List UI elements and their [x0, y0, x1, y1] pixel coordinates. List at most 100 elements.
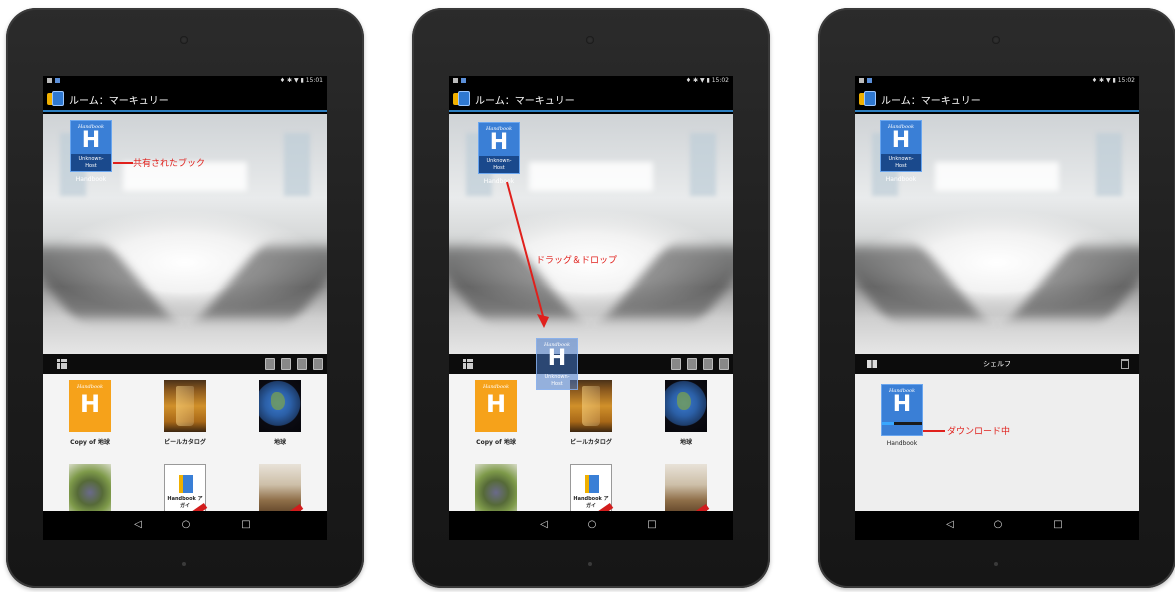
book-title: Copy of 地球	[70, 439, 110, 446]
back-icon[interactable]: ◁	[943, 519, 957, 531]
grid-view-icon[interactable]	[463, 359, 473, 369]
app-logo-icon[interactable]	[453, 91, 471, 107]
download-progress-bar	[882, 422, 922, 425]
export-icon[interactable]	[281, 358, 291, 370]
app-logo-icon[interactable]	[47, 91, 65, 107]
library-item[interactable]	[235, 464, 325, 511]
book-cover	[475, 464, 517, 511]
host-line-1: Unknown-	[888, 156, 914, 162]
cover-letter: H	[891, 128, 911, 153]
book-title: 地球	[273, 439, 286, 446]
trash-icon[interactable]	[1121, 359, 1129, 369]
virtual-room-view[interactable]: Handbook H Unknown- Host Handbook ドラッグ＆ドロ…	[449, 114, 733, 354]
shelf-header: シェルフ	[855, 354, 1139, 374]
tablet-frame-drag-drop: ♦ ✱ ▼ ▮ 15:02 ルーム：マーキュリー Handbook H Unkn…	[412, 8, 770, 588]
annotation-line	[923, 430, 945, 432]
drag-arrow	[506, 181, 549, 328]
book-title: ビールカタログ	[570, 439, 612, 446]
host-line-2: Host	[85, 163, 97, 169]
navigation-bar: ◁ ○ □	[43, 511, 327, 540]
book-cover	[665, 380, 707, 432]
clock: 15:02	[1117, 77, 1135, 84]
book-cover	[259, 380, 301, 432]
library-item[interactable]	[451, 464, 541, 511]
library-item[interactable]: Handbook H Copy of 地球	[45, 380, 135, 446]
virtual-room-view[interactable]: Handbook H Unknown- Host Handbook 共有されたブッ…	[43, 114, 327, 354]
back-icon[interactable]: ◁	[537, 519, 551, 531]
host-band: Unknown- Host	[537, 372, 577, 389]
shared-book-caption: Handbook	[885, 176, 917, 183]
clock: 15:02	[711, 77, 729, 84]
library-item[interactable]	[641, 464, 731, 511]
host-line-2: Host	[895, 163, 907, 169]
tablet-screen: ♦ ✱ ▼ ▮ 15:02 ルーム：マーキュリー Handbook H Unkn…	[855, 76, 1139, 540]
front-camera	[992, 36, 1000, 44]
dragged-book-ghost[interactable]: Handbook H Unknown- Host	[536, 338, 578, 390]
shelf-panel: シェルフ Handbook H Handbook ダウンロード中	[855, 354, 1139, 511]
settings-icon[interactable]	[313, 358, 323, 370]
back-icon[interactable]: ◁	[131, 519, 145, 531]
tablet-screen: ♦ ✱ ▼ ▮ 15:02 ルーム：マーキュリー Handbook H Unkn…	[449, 76, 733, 540]
front-sensor	[588, 562, 592, 566]
notification-icons	[859, 78, 872, 83]
library-item[interactable]: ビールカタログ	[140, 380, 230, 446]
recent-apps-icon[interactable]: □	[239, 519, 253, 531]
shared-book-cover[interactable]: Handbook H Unknown- Host	[880, 120, 922, 172]
export-icon[interactable]	[687, 358, 697, 370]
clock: 15:01	[305, 77, 323, 84]
book-cover	[259, 464, 304, 511]
grid-view-icon[interactable]	[57, 359, 67, 369]
navigation-bar: ◁ ○ □	[449, 511, 733, 540]
status-time: ♦ ✱ ▼ ▮ 15:02	[1092, 77, 1135, 84]
room-title: ルーム：マーキュリー	[69, 96, 169, 107]
annotation-drag-drop: ドラッグ＆ドロップ	[536, 256, 618, 266]
host-line-2: Host	[551, 381, 563, 387]
book-cover	[164, 380, 206, 432]
new-book-icon[interactable]	[703, 358, 713, 370]
home-icon[interactable]: ○	[585, 519, 599, 531]
cover-letter: H	[81, 128, 101, 153]
status-icons: ♦ ✱ ▼ ▮	[279, 77, 304, 84]
shared-book-cover[interactable]: Handbook H Unknown- Host	[70, 120, 112, 172]
downloading-book-cover[interactable]: Handbook H	[881, 384, 923, 436]
room-title: ルーム：マーキュリー	[881, 96, 981, 107]
library-item[interactable]: 地球	[235, 380, 325, 446]
library-grid: Handbook H Copy of 地球 ビールカタログ 地球 Handbook…	[43, 374, 327, 511]
action-bar: ルーム：マーキュリー	[449, 86, 733, 112]
cover-letter: H	[547, 346, 567, 371]
front-sensor	[182, 562, 186, 566]
book-cover: Handbook ア ガイ	[570, 464, 614, 511]
library-toolbar	[449, 354, 733, 374]
front-sensor	[994, 562, 998, 566]
app-logo-icon[interactable]	[859, 91, 877, 107]
toolbar-icons	[671, 358, 729, 370]
tablet-screen: ♦ ✱ ▼ ▮ 15:01 ルーム：マーキュリー Handbook H Unkn…	[43, 76, 327, 540]
book-cover: Handbook H	[69, 380, 111, 432]
recent-apps-icon[interactable]: □	[1051, 519, 1065, 531]
library-item[interactable]: Handbook H Copy of 地球	[451, 380, 541, 446]
import-icon[interactable]	[671, 358, 681, 370]
home-icon[interactable]: ○	[991, 519, 1005, 531]
navigation-bar: ◁ ○ □	[855, 511, 1139, 540]
action-bar: ルーム：マーキュリー	[855, 86, 1139, 112]
annotation-line	[113, 162, 133, 164]
book-cover	[665, 464, 710, 511]
book-title: Copy of 地球	[476, 439, 516, 446]
status-bar: ♦ ✱ ▼ ▮ 15:02	[855, 76, 1139, 86]
new-book-icon[interactable]	[297, 358, 307, 370]
library-item[interactable]: Handbook ア ガイ	[546, 464, 636, 511]
library-item[interactable]: Handbook ア ガイ	[140, 464, 230, 511]
book-title: 地球	[679, 439, 692, 446]
import-icon[interactable]	[265, 358, 275, 370]
host-band: Unknown- Host	[71, 154, 111, 171]
notification-icons	[453, 78, 466, 83]
home-icon[interactable]: ○	[179, 519, 193, 531]
virtual-room-view[interactable]: Handbook H Unknown- Host Handbook	[855, 114, 1139, 354]
library-item[interactable]: 地球	[641, 380, 731, 446]
status-time: ♦ ✱ ▼ ▮ 15:02	[686, 77, 729, 84]
library-item[interactable]	[45, 464, 135, 511]
host-line-1: Unknown-	[78, 156, 104, 162]
status-icons: ♦ ✱ ▼ ▮	[685, 77, 710, 84]
settings-icon[interactable]	[719, 358, 729, 370]
recent-apps-icon[interactable]: □	[645, 519, 659, 531]
